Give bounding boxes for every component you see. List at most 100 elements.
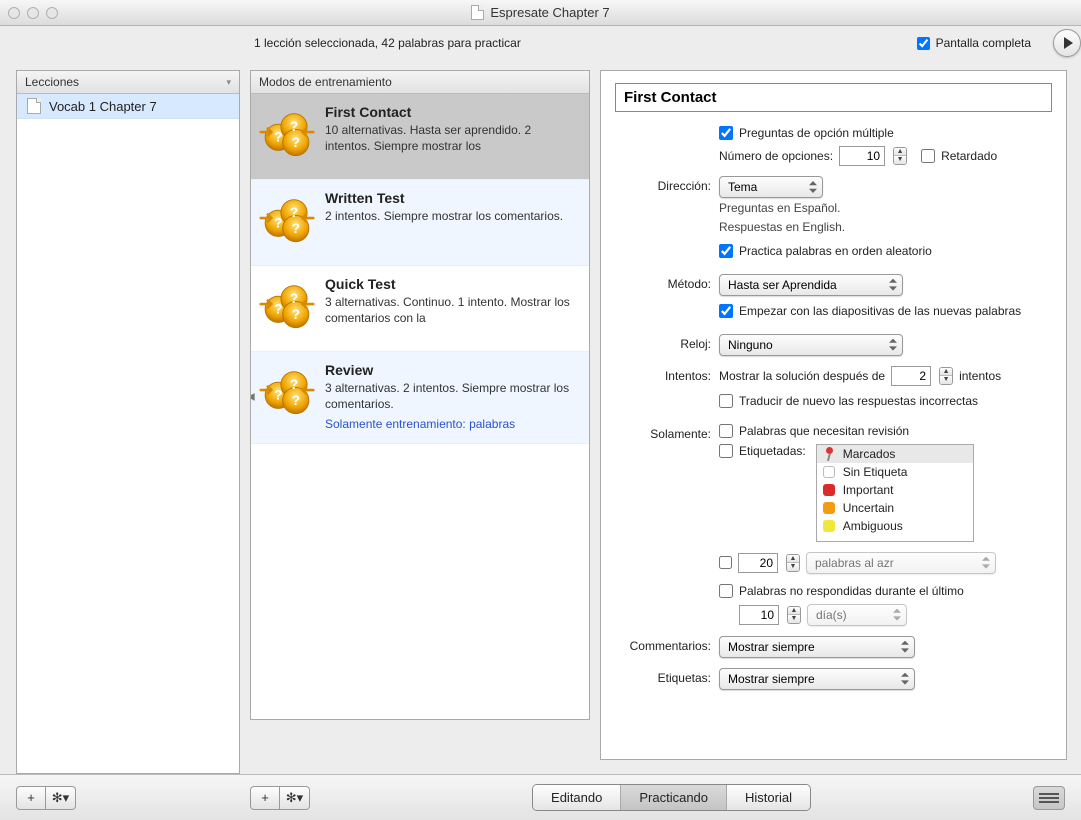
num-options-label: Número de opciones:: [719, 149, 833, 163]
mode-icon: ? ? ?: [259, 362, 315, 418]
not-answered-unit-select[interactable]: día(s): [807, 604, 907, 626]
svg-text:?: ?: [274, 387, 283, 403]
mode-actions-button[interactable]: ✻▾: [280, 786, 310, 810]
svg-text:?: ?: [291, 306, 300, 322]
retranslate-checkbox[interactable]: Traducir de nuevo las respuestas incorre…: [719, 394, 1052, 408]
clock-label: Reloj:: [615, 334, 711, 351]
window-title-text: Espresate Chapter 7: [490, 5, 609, 20]
svg-text:?: ?: [290, 204, 299, 220]
tab-editando[interactable]: Editando: [533, 785, 621, 810]
svg-text:?: ?: [290, 118, 299, 134]
mode-icon: ? ? ?: [259, 276, 315, 332]
direction-sub2: Respuestas en English.: [719, 219, 1052, 236]
tag-label: Marcados: [843, 447, 896, 461]
mode-title-input[interactable]: [615, 83, 1052, 112]
window-title: Espresate Chapter 7: [0, 5, 1081, 20]
tag-label: Sin Etiqueta: [843, 465, 908, 479]
sidebar-header[interactable]: Lecciones ▾: [17, 71, 239, 94]
not-answered-value[interactable]: [739, 605, 779, 625]
minimize-dot[interactable]: [27, 7, 39, 19]
color-tag-icon: [823, 484, 835, 496]
random-n-select[interactable]: palabras al azr: [806, 552, 996, 574]
mode-title: Review: [325, 362, 575, 378]
lessons-sidebar: Lecciones ▾ Vocab 1 Chapter 7: [16, 70, 240, 774]
attempts-stepper[interactable]: ▲▼: [939, 367, 953, 385]
mode-icon: ? ? ?: [259, 190, 315, 246]
not-answered-checkbox[interactable]: Palabras no respondidas durante el últim…: [719, 584, 1052, 598]
tab-historial[interactable]: Historial: [727, 785, 810, 810]
svg-text:?: ?: [291, 220, 300, 236]
random-n-stepper[interactable]: ▲▼: [786, 554, 800, 572]
svg-text:?: ?: [290, 376, 299, 392]
view-segmented-control: Editando Practicando Historial: [532, 784, 811, 811]
sort-indicator-icon: ▾: [226, 77, 231, 88]
direction-select[interactable]: Tema: [719, 176, 823, 198]
tag-item[interactable]: Marcados: [817, 445, 973, 463]
multiple-choice-checkbox[interactable]: Preguntas de opción múltiple: [719, 126, 1052, 140]
delayed-checkbox[interactable]: Retardado: [921, 149, 997, 163]
add-mode-button[interactable]: +: [250, 786, 280, 810]
tag-item[interactable]: Uncertain: [817, 499, 973, 517]
modes-header: Modos de entrenamiento: [251, 71, 589, 94]
close-dot[interactable]: [8, 7, 20, 19]
document-icon: [471, 5, 484, 20]
direction-sub1: Preguntas en Español.: [719, 200, 1052, 217]
lesson-actions-button[interactable]: ✻▾: [46, 786, 76, 810]
comments-select[interactable]: Mostrar siempre: [719, 636, 915, 658]
tab-practicando[interactable]: Practicando: [621, 785, 727, 810]
svg-text:?: ?: [291, 134, 300, 150]
num-options-input[interactable]: [839, 146, 885, 166]
bottom-toolbar: + ✻▾ + ✻▾ Editando Practicando Historial: [0, 774, 1081, 820]
only-label: Solamente:: [615, 424, 711, 441]
svg-text:?: ?: [290, 290, 299, 306]
mode-desc: 3 alternativas. 2 intentos. Siempre most…: [325, 380, 575, 412]
labels-select[interactable]: Mostrar siempre: [719, 668, 915, 690]
random-n-input[interactable]: [738, 553, 778, 573]
mode-desc: 3 alternativas. Continuo. 1 intento. Mos…: [325, 294, 575, 326]
lesson-item[interactable]: Vocab 1 Chapter 7: [17, 94, 239, 119]
mode-item[interactable]: ? ? ? Quick Test 3 alternativas. Continu…: [251, 266, 589, 352]
file-icon: [27, 98, 41, 114]
clock-select[interactable]: Ninguno: [719, 334, 903, 356]
tag-item[interactable]: Important: [817, 481, 973, 499]
attempts-label: Intentos:: [615, 366, 711, 383]
attempts-input[interactable]: [891, 366, 931, 386]
list-view-toggle[interactable]: [1033, 786, 1065, 810]
mode-item[interactable]: ? ? ? Written Test 2 intentos. Siempre m…: [251, 180, 589, 266]
mode-icon: ? ? ?: [259, 104, 315, 160]
tag-item[interactable]: Ambiguous: [817, 517, 973, 535]
num-options-stepper[interactable]: ▲▼: [893, 147, 907, 165]
start-slides-checkbox[interactable]: Empezar con las diapositivas de las nuev…: [719, 304, 1052, 318]
color-tag-icon: [823, 502, 835, 514]
tag-label: Ambiguous: [843, 519, 903, 533]
mode-title: First Contact: [325, 104, 575, 120]
fullscreen-check[interactable]: [917, 37, 930, 50]
empty-tag-icon: [823, 466, 835, 478]
mode-item[interactable]: ◀ ? ? ? Review 3 alternativas. 2 intento…: [251, 352, 589, 444]
add-lesson-button[interactable]: +: [16, 786, 46, 810]
comments-label: Commentarios:: [615, 636, 711, 653]
random-n-checkbox[interactable]: [719, 556, 732, 569]
mode-item[interactable]: ? ? ? First Contact 10 alternativas. Has…: [251, 94, 589, 180]
zoom-dot[interactable]: [46, 7, 58, 19]
mode-title: Written Test: [325, 190, 575, 206]
random-order-checkbox[interactable]: Practica palabras en orden aleatorio: [719, 244, 1052, 258]
tag-list[interactable]: Marcados Sin Etiqueta Important Uncertain Am…: [816, 444, 974, 542]
svg-text:?: ?: [274, 301, 283, 317]
not-answered-stepper[interactable]: ▲▼: [787, 606, 801, 624]
needs-review-checkbox[interactable]: Palabras que necesitan revisión: [719, 424, 1052, 438]
mode-details-panel: Preguntas de opción múltiple Número de o…: [600, 70, 1067, 760]
tag-item[interactable]: Sin Etiqueta: [817, 463, 973, 481]
mode-title: Quick Test: [325, 276, 575, 292]
status-text: 1 lección seleccionada, 42 palabras para…: [240, 36, 521, 50]
fullscreen-checkbox[interactable]: Pantalla completa: [917, 36, 1031, 50]
mode-special: Solamente entrenamiento: palabras: [325, 416, 575, 432]
labels-row-label: Etiquetas:: [615, 668, 711, 685]
fullscreen-label: Pantalla completa: [936, 36, 1031, 50]
play-button[interactable]: [1053, 29, 1081, 57]
tag-label: Important: [843, 483, 894, 497]
tag-label: Uncertain: [843, 501, 894, 515]
window-controls: [8, 7, 58, 19]
method-select[interactable]: Hasta ser Aprendida: [719, 274, 903, 296]
tagged-checkbox[interactable]: Etiquetadas:: [719, 444, 806, 458]
